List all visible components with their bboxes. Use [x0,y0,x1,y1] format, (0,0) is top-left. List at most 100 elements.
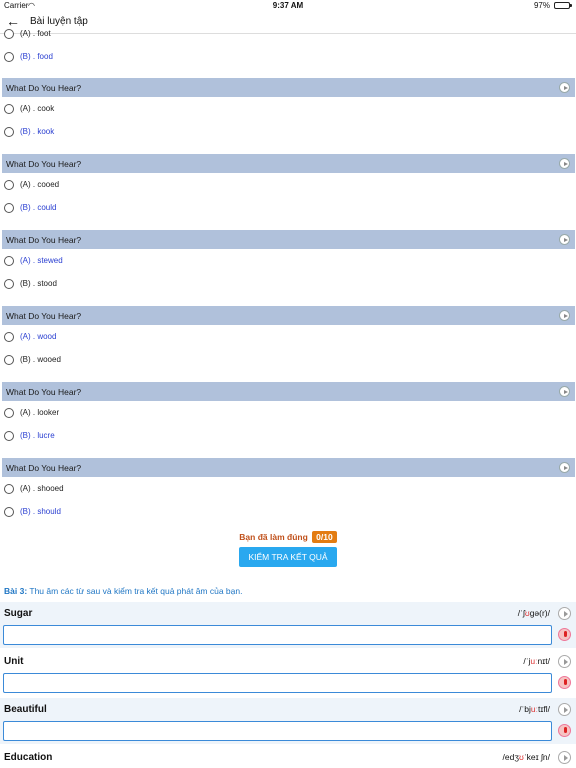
microphone-icon[interactable] [558,628,571,641]
ipa-highlight: uː [530,656,538,666]
result-label: Bạn đã làm đúng [239,532,308,542]
question-title: What Do You Hear? [6,311,82,321]
question-header: What Do You Hear? [2,458,575,477]
radio-button[interactable] [4,203,14,213]
option-label: (B) . should [20,507,61,516]
radio-button[interactable] [4,332,14,342]
option-a[interactable]: (A) . wood [0,329,576,349]
option-a[interactable]: (A) . cooed [0,177,576,197]
radio-button[interactable] [4,279,14,289]
question-title: What Do You Hear? [6,463,82,473]
option-label: (A) . looker [20,408,60,417]
status-time: 9:37 AM [272,1,304,10]
battery-percent: 97% [533,1,550,10]
ipa-transcription: /edʒʊˈkeɪ ʃn/ [503,752,550,762]
radio-button[interactable] [4,104,14,114]
option-b[interactable]: (B) . wooed [0,352,576,372]
result-summary: Bạn đã làm đúng 0/10 [0,531,576,543]
word-row: Sugar/ˈʃʊɡə(r)/ [0,602,576,648]
play-audio-icon[interactable] [559,386,570,397]
radio-button[interactable] [4,29,14,39]
radio-button[interactable] [4,431,14,441]
microphone-icon[interactable] [558,676,571,689]
radio-button[interactable] [4,507,14,517]
option-b[interactable]: (B) . lucre [0,428,576,448]
option-label: (B) . food [20,52,53,61]
option-b[interactable]: (B) . could [0,200,576,220]
option-a[interactable]: (A) . shooed [0,481,576,501]
play-audio-icon[interactable] [558,751,571,764]
question-header: What Do You Hear? [2,154,575,173]
play-audio-icon[interactable] [559,234,570,245]
ipa-transcription: /ˈjuːnɪt/ [523,656,550,666]
radio-button[interactable] [4,180,14,190]
option-label: (B) . kook [20,127,55,136]
option-label: (A) . cooed [20,180,60,189]
radio-button[interactable] [4,52,14,62]
question-title: What Do You Hear? [6,159,82,169]
play-audio-icon[interactable] [559,82,570,93]
radio-button[interactable] [4,256,14,266]
score-badge: 0/10 [312,531,337,543]
ipa-part: /ˈbj [519,704,531,714]
word-row: Unit/ˈjuːnɪt/ [0,650,576,696]
word-label: Beautiful [4,704,47,715]
option-b[interactable]: (B) . stood [0,276,576,296]
option-label: (B) . could [20,203,57,212]
ipa-part: ɡə(r)/ [529,608,550,618]
radio-button[interactable] [4,408,14,418]
play-audio-icon[interactable] [558,703,571,716]
question-header: What Do You Hear? [2,306,575,325]
exercise-3-label: Bài 3: [4,586,28,596]
question-title: What Do You Hear? [6,387,82,397]
pronunciation-result-field[interactable] [3,625,552,645]
option-b[interactable]: (B) . food [0,49,576,69]
question-title: What Do You Hear? [6,235,82,245]
ipa-part: /ˈʃ [517,608,525,618]
play-audio-icon[interactable] [558,655,571,668]
exercise-3-text: Thu âm các từ sau và kiểm tra kết quả ph… [29,586,243,596]
option-label: (A) . cook [20,104,55,113]
option-label: (A) . foot [20,29,51,38]
option-a[interactable]: (A) . cook [0,101,576,121]
question-title: What Do You Hear? [6,83,82,93]
option-label: (B) . lucre [20,431,55,440]
radio-button[interactable] [4,355,14,365]
check-result-button[interactable]: KIỂM TRA KẾT QUẢ [239,547,337,567]
play-audio-icon[interactable] [559,462,570,473]
pronunciation-result-field[interactable] [3,721,552,741]
ipa-part: tɪfl/ [538,704,550,714]
option-a[interactable]: (A) . stewed [0,253,576,273]
option-label: (A) . stewed [20,256,63,265]
word-label: Unit [4,656,24,667]
question-header: What Do You Hear? [2,78,575,97]
ipa-part: ˈkeɪ ʃn/ [523,752,550,762]
option-label: (B) . wooed [20,355,61,364]
play-audio-icon[interactable] [559,158,570,169]
word-row: Beautiful/ˈbjuːtɪfl/ [0,698,576,744]
ipa-transcription: /ˈʃʊɡə(r)/ [518,608,550,618]
ipa-part: /edʒ [502,752,519,762]
option-b[interactable]: (B) . should [0,504,576,524]
option-a[interactable]: (A) . foot [0,26,576,46]
option-a[interactable]: (A) . looker [0,405,576,425]
question-header: What Do You Hear? [2,382,575,401]
play-audio-icon[interactable] [559,310,570,321]
battery-icon [554,2,572,9]
word-label: Sugar [4,608,33,619]
pronunciation-result-field[interactable] [3,673,552,693]
option-b[interactable]: (B) . kook [0,124,576,144]
option-label: (B) . stood [20,279,57,288]
microphone-icon[interactable] [558,724,571,737]
option-label: (A) . shooed [20,484,64,493]
status-bar: Carrier ◠ 9:37 AM 97% [0,0,576,12]
word-row: Education/edʒʊˈkeɪ ʃn/ [0,746,576,768]
question-header: What Do You Hear? [2,230,575,249]
play-audio-icon[interactable] [558,607,571,620]
ipa-transcription: /ˈbjuːtɪfl/ [519,704,550,714]
radio-button[interactable] [4,484,14,494]
word-label: Education [4,752,53,763]
ipa-part: nɪt/ [537,656,550,666]
exercise-3-instructions: Bài 3: Thu âm các từ sau và kiểm tra kết… [4,586,242,596]
radio-button[interactable] [4,127,14,137]
